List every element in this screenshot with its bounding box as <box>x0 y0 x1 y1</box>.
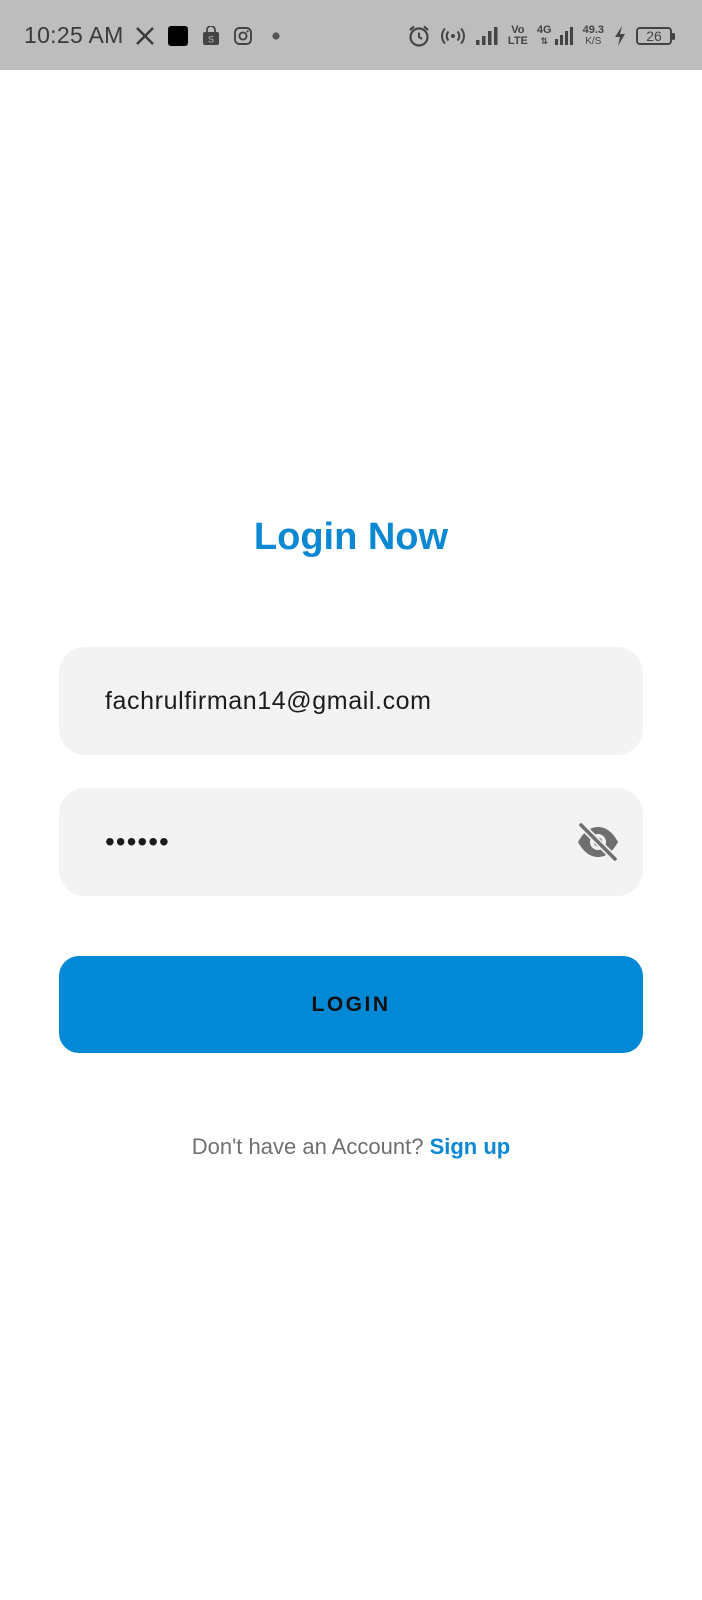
hotspot-icon <box>440 26 466 46</box>
email-field[interactable]: fachrulfirman14@gmail.com <box>59 647 643 755</box>
password-field[interactable]: •••••• <box>59 788 643 896</box>
dot-icon <box>271 31 281 41</box>
password-value: •••••• <box>105 826 170 857</box>
login-button[interactable]: LOGIN <box>59 956 643 1053</box>
signup-prompt: Don't have an Account? <box>191 1134 424 1159</box>
status-system-icons: Vo LTE 4G ⇅ 49.3 K/S 26 <box>407 20 675 52</box>
network-label: 4G <box>536 24 552 36</box>
signal-icon <box>475 26 499 46</box>
page-title: Login Now <box>253 516 449 558</box>
volte-icon: Vo LTE <box>508 25 528 47</box>
status-time: 10:25 AM <box>24 22 124 48</box>
svg-text:S: S <box>208 35 214 45</box>
instagram-icon <box>233 26 253 46</box>
status-notification-icons: S <box>135 22 281 50</box>
4g-signal-icon: 4G ⇅ <box>537 25 574 47</box>
eye-off-icon[interactable] <box>575 821 621 863</box>
battery-icon: 26 <box>636 27 675 45</box>
battery-level: 26 <box>646 28 662 44</box>
alarm-icon <box>407 24 431 48</box>
shop-bag-icon: S <box>201 26 221 46</box>
signup-link[interactable]: Sign up <box>430 1134 511 1159</box>
net-speed: 49.3 K/S <box>582 24 604 48</box>
net-speed-value: 49.3 <box>582 24 604 36</box>
net-speed-unit: K/S <box>585 36 602 47</box>
email-value: fachrulfirman14@gmail.com <box>105 687 432 715</box>
charging-icon <box>613 25 627 47</box>
status-bar: 10:25 AM S Vo LTE 4G ⇅ 49.3 K/S 26 <box>0 0 702 70</box>
volte-label-bottom: LTE <box>507 35 528 47</box>
black-app-icon <box>167 25 189 47</box>
signup-row: Don't have an Account? Sign up <box>0 1134 702 1160</box>
x-app-icon <box>135 26 155 46</box>
